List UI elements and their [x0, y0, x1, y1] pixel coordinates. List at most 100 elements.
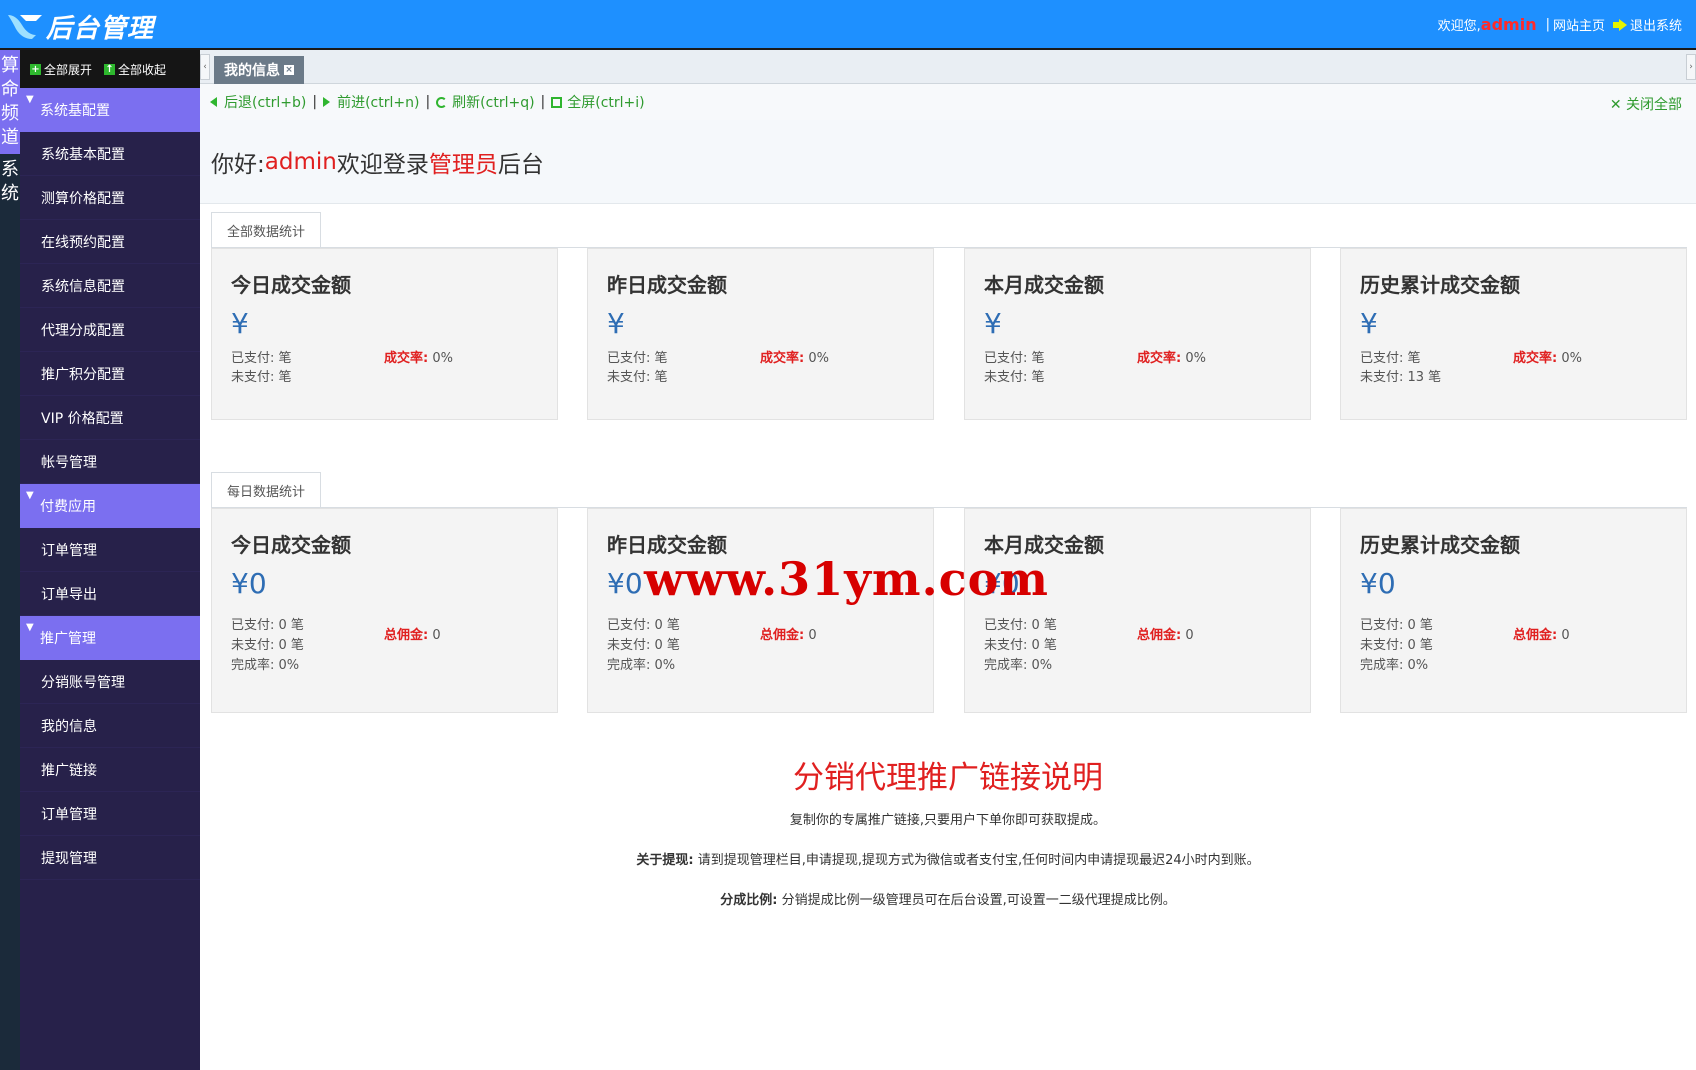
card-amount: ¥	[231, 307, 249, 340]
back-arrow-icon	[210, 97, 217, 107]
back-button[interactable]: 后退(ctrl+b)	[210, 92, 306, 112]
logo-mark-icon	[8, 15, 42, 39]
card-title: 历史累计成交金额	[1360, 533, 1520, 557]
card-amount: ¥0	[231, 567, 267, 600]
tab-scroll-left-button[interactable]: ‹	[200, 54, 210, 80]
toolbar-divider: |	[425, 94, 431, 110]
refresh-button[interactable]: 刷新(ctrl+q)	[436, 92, 535, 112]
sidebar-item-account[interactable]: 帐号管理	[20, 440, 200, 484]
withdraw-text: 请到提现管理栏目,申请提现,提现方式为微信或者支付宝,任何时间内申请提现最迟24…	[697, 853, 1260, 868]
sidebar: + 全部展开 ↑ 全部收起 ▼ 系统基配置 系统基本配置 测算价格配置 在线预约配置 …	[20, 50, 200, 1070]
sidebar-item-order-export[interactable]: 订单导出	[20, 572, 200, 616]
category-tab-fortune[interactable]: 算命频道	[0, 50, 20, 154]
card-title: 昨日成交金额	[607, 273, 727, 297]
sidebar-item-info-config[interactable]: 系统信息配置	[20, 264, 200, 308]
chevron-down-icon: ▼	[26, 94, 34, 105]
commission-label: 总佣金:	[760, 628, 805, 643]
rate-value: 0%	[428, 351, 453, 366]
expand-icon: +	[30, 63, 41, 75]
tab-close-icon[interactable]: ×	[284, 65, 294, 75]
promo-section: 分销代理推广链接说明 复制你的专属推广链接,只要用户下单你即可获取提成。 关于提…	[200, 752, 1696, 929]
promo-line-ratio: 分成比例: 分销提成比例一级管理员可在后台设置,可设置一二级代理提成比例。	[200, 889, 1696, 908]
tab-my-info[interactable]: 我的信息 ×	[214, 56, 304, 84]
welcome-suffix: 后台	[497, 151, 544, 178]
card-title: 本月成交金额	[984, 273, 1104, 297]
sidebar-group-system-config[interactable]: ▼ 系统基配置	[20, 88, 200, 132]
welcome-label: 欢迎您,	[1437, 19, 1481, 34]
card-title: 历史累计成交金额	[1360, 273, 1520, 297]
sidebar-group-paid-apps[interactable]: ▼ 付费应用	[20, 484, 200, 528]
fullscreen-label: 全屏(ctrl+i)	[567, 95, 645, 111]
card-unpaid: 未支付: 13 笔	[1360, 370, 1442, 385]
sidebar-group-promotion[interactable]: ▼ 推广管理	[20, 616, 200, 660]
ratio-label: 分成比例:	[720, 893, 778, 908]
stat-card-today: 今日成交金额 ¥ 已支付: 笔 未支付: 笔 成交率: 0%	[211, 248, 558, 420]
sidebar-item-price-config[interactable]: 测算价格配置	[20, 176, 200, 220]
card-paid: 已支付: 笔	[231, 351, 292, 366]
category-tab-system[interactable]: 系统	[0, 154, 20, 210]
commission-value: 0	[1557, 628, 1570, 643]
nav-toolbar: 后退(ctrl+b) | 前进(ctrl+n) | 刷新(ctrl+q) | 全…	[200, 84, 1696, 120]
sidebar-item-agent-config[interactable]: 代理分成配置	[20, 308, 200, 352]
card-commission: 总佣金: 0	[1513, 624, 1570, 643]
forward-button[interactable]: 前进(ctrl+n)	[323, 92, 419, 112]
card-title: 今日成交金额	[231, 273, 351, 297]
fullscreen-button[interactable]: 全屏(ctrl+i)	[551, 92, 645, 112]
commission-label: 总佣金:	[384, 628, 429, 643]
card-rate: 成交率: 0%	[384, 347, 453, 366]
tab-daily-stats[interactable]: 每日数据统计	[211, 472, 322, 508]
expand-all-label: 全部展开	[44, 62, 93, 77]
daily-card-today: 今日成交金额 ¥0 已支付: 0 笔 未支付: 0 笔 完成率: 0% 总佣金:…	[211, 508, 558, 713]
sidebar-item-points-config[interactable]: 推广积分配置	[20, 352, 200, 396]
expand-all-button[interactable]: + 全部展开	[30, 61, 92, 78]
sidebar-item-orders[interactable]: 订单管理	[20, 528, 200, 572]
card-commission: 总佣金: 0	[1137, 624, 1194, 643]
card-amount: ¥0	[607, 567, 643, 600]
collapse-icon: ↑	[104, 63, 116, 75]
sidebar-item-my-info[interactable]: 我的信息	[20, 704, 200, 748]
card-paid: 已支付: 0 笔	[984, 618, 1057, 633]
card-unpaid: 未支付: 0 笔	[231, 638, 304, 653]
back-label: 后退(ctrl+b)	[224, 95, 307, 111]
fullscreen-icon	[551, 96, 563, 108]
card-paid: 已支付: 笔	[607, 351, 668, 366]
sidebar-item-vip-config[interactable]: VIP 价格配置	[20, 396, 200, 440]
tab-scroll-right-button[interactable]: ›	[1686, 54, 1696, 80]
sidebar-item-withdraw[interactable]: 提现管理	[20, 836, 200, 880]
card-amount: ¥	[984, 307, 1002, 340]
logout-icon	[1612, 18, 1627, 31]
welcome-banner: 你好: admin 欢迎登录 管理员 后台	[200, 120, 1696, 204]
tab-all-stats[interactable]: 全部数据统计	[211, 212, 322, 248]
home-link[interactable]: 网站主页	[1553, 15, 1605, 34]
sidebar-group-label: 付费应用	[40, 499, 96, 515]
refresh-icon	[436, 96, 448, 108]
card-rate: 成交率: 0%	[760, 347, 829, 366]
daily-card-yesterday: 昨日成交金额 ¥0 已支付: 0 笔 未支付: 0 笔 完成率: 0% 总佣金:…	[587, 508, 934, 713]
sidebar-item-promo-link[interactable]: 推广链接	[20, 748, 200, 792]
sidebar-item-booking-config[interactable]: 在线预约配置	[20, 220, 200, 264]
commission-value: 0	[804, 628, 817, 643]
promo-line-withdraw: 关于提现: 请到提现管理栏目,申请提现,提现方式为微信或者支付宝,任何时间内申请…	[200, 849, 1696, 868]
card-completion: 完成率: 0%	[607, 658, 676, 673]
close-all-button[interactable]: ✕ 关闭全部	[1610, 94, 1682, 114]
sidebar-item-promo-orders[interactable]: 订单管理	[20, 792, 200, 836]
card-unpaid: 未支付: 0 笔	[1360, 638, 1433, 653]
stat-card-yesterday: 昨日成交金额 ¥ 已支付: 笔 未支付: 笔 成交率: 0%	[587, 248, 934, 420]
sidebar-group-label: 系统基配置	[40, 103, 110, 119]
card-paid: 已支付: 0 笔	[607, 618, 680, 633]
logout-link[interactable]: 退出系统	[1630, 15, 1682, 34]
sidebar-item-basic-config[interactable]: 系统基本配置	[20, 132, 200, 176]
sidebar-item-distributor-accounts[interactable]: 分销账号管理	[20, 660, 200, 704]
collapse-all-button[interactable]: ↑ 全部收起	[104, 61, 166, 78]
toolbar-divider: |	[312, 94, 318, 110]
card-amount: ¥	[607, 307, 625, 340]
card-unpaid: 未支付: 笔	[984, 370, 1045, 385]
card-amount: ¥	[1360, 307, 1378, 340]
withdraw-label: 关于提现:	[636, 853, 694, 868]
ratio-text: 分销提成比例一级管理员可在后台设置,可设置一二级代理提成比例。	[781, 893, 1176, 908]
user-panel: 欢迎您, admin | 网站主页 退出系统	[1438, 15, 1682, 34]
card-paid: 已支付: 笔	[1360, 351, 1421, 366]
logo[interactable]: 后台管理	[6, 8, 154, 44]
separator: |	[1545, 17, 1550, 32]
promo-title: 分销代理推广链接说明	[793, 760, 1103, 796]
